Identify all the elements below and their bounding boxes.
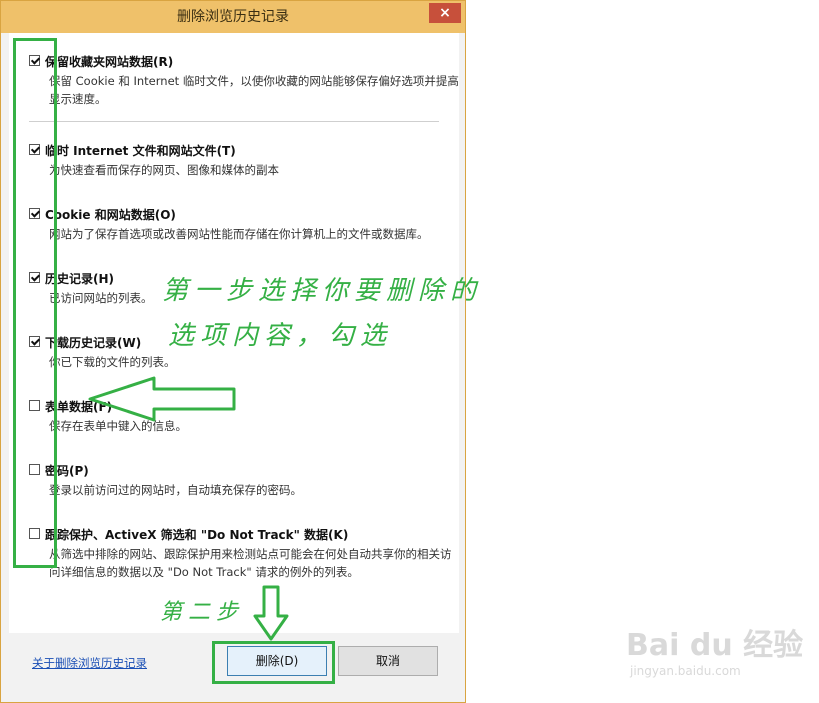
option-title: Cookie 和网站数据(O) xyxy=(45,208,176,222)
separator xyxy=(29,121,439,122)
option-title: 保留收藏夹网站数据(R) xyxy=(45,55,174,69)
option-description: 为快速查看而保存的网页、图像和媒体的副本 xyxy=(49,163,279,177)
watermark-brand: Bai du 经验 xyxy=(626,628,804,663)
cancel-button[interactable]: 取消 xyxy=(338,646,438,676)
arrow-down-icon xyxy=(253,585,289,641)
option-description: 你已下载的文件的列表。 xyxy=(49,355,176,369)
option-description: 网站为了保存首选项或改善网站性能而存储在你计算机上的文件或数据库。 xyxy=(49,227,429,241)
option-description: 从筛选中排除的网站、跟踪保护用来检测站点可能会在何处自动共享你的相关访问详细信息… xyxy=(49,547,452,579)
option-title: 下载历史记录(W) xyxy=(45,336,142,350)
close-button[interactable]: × xyxy=(429,3,461,23)
option-title: 临时 Internet 文件和网站文件(T) xyxy=(45,144,236,158)
annotation-step1-line1: 第一步选择你要删除的 xyxy=(162,276,483,306)
annotation-step1-line2: 选项内容，勾选 xyxy=(168,321,393,351)
option-description: 保留 Cookie 和 Internet 临时文件，以使你收藏的网站能够保存偏好… xyxy=(49,74,459,106)
arrow-left-icon xyxy=(88,376,236,422)
checkbox-highlight-box xyxy=(13,38,57,568)
option-description: 登录以前访问过的网站时，自动填充保存的密码。 xyxy=(49,483,302,497)
option-title: 跟踪保护、ActiveX 筛选和 "Do Not Track" 数据(K) xyxy=(45,528,349,542)
title-bar[interactable]: 删除浏览历史记录 × xyxy=(1,1,465,33)
dialog-title: 删除浏览历史记录 xyxy=(177,9,289,25)
baidu-watermark: Bai du 经验 jingyan.baidu.com xyxy=(626,620,803,690)
watermark-url: jingyan.baidu.com xyxy=(630,664,741,678)
about-delete-history-link[interactable]: 关于删除浏览历史记录 xyxy=(32,655,147,671)
annotation-step2: 第二步 xyxy=(160,600,245,625)
delete-button-highlight-box xyxy=(212,641,335,684)
